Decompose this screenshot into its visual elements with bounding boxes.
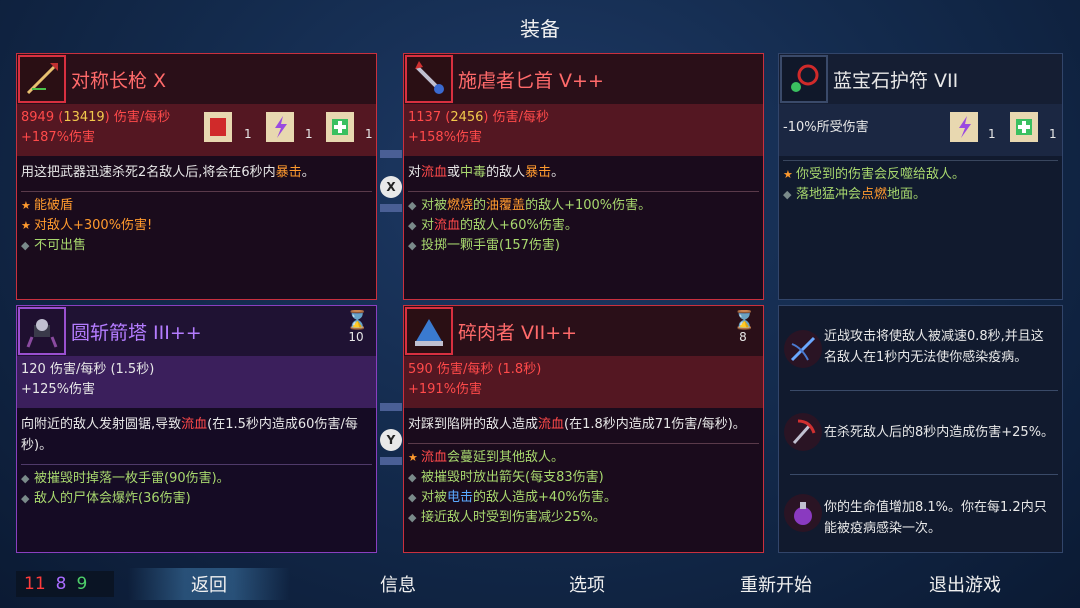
affix-line: ★ 流血会蔓延到其他敌人。 bbox=[408, 450, 565, 465]
tactics-count: 8 bbox=[55, 574, 67, 594]
crossbow-icon bbox=[784, 330, 822, 368]
x-button-icon[interactable]: X bbox=[380, 176, 402, 198]
options-button[interactable]: 选项 bbox=[517, 571, 657, 597]
amulet-icon bbox=[780, 55, 828, 103]
survival-count: 9 bbox=[76, 574, 88, 594]
skill2-name: 碎肉者 VII++ bbox=[458, 322, 578, 344]
main-weapon-stats: 8949 (13419) 伤害/每秒 +187%伤害 1 1 1 bbox=[17, 104, 376, 156]
pickaxe-icon bbox=[784, 413, 822, 451]
mutation-1[interactable]: 近战攻击将使敌人被减速0.8秒,并且这名敌人在1秒内无法使你感染疫病。 bbox=[780, 310, 1060, 390]
spear-icon bbox=[18, 55, 66, 103]
amulet-card[interactable]: 蓝宝石护符 VII -10%所受伤害 1 1 ★ 你受到的伤害会反噬给敌人。 ◆ 落… bbox=[778, 53, 1063, 300]
skill2-header: 碎肉者 VII++ ⌛ 8 bbox=[404, 306, 763, 356]
main-weapon-name: 对称长枪 X bbox=[71, 70, 167, 92]
turret-icon bbox=[18, 307, 66, 355]
meat-grinder-icon bbox=[405, 307, 453, 355]
skill2-desc: 对踩到陷阱的敌人造成流血(在1.8秒内造成71伤害/每秒)。 bbox=[408, 417, 746, 432]
crit-dps-value: 13419 bbox=[63, 110, 105, 125]
affix-line: ◆ 对流血的敌人+60%伤害。 bbox=[408, 218, 578, 233]
skill2-card[interactable]: 碎肉者 VII++ ⌛ 8 590 伤害/每秒 (1.8秒) +191%伤害 对踩… bbox=[403, 305, 764, 553]
page-title: 装备 bbox=[520, 17, 560, 41]
scroll-counts: 11 8 9 bbox=[16, 571, 114, 597]
skill1-name: 圆斩箭塔 III++ bbox=[71, 322, 202, 344]
swap-weapons-x[interactable]: X bbox=[376, 140, 404, 240]
secondary-weapon-stats: 1137 (2456) 伤害/每秒 +158%伤害 bbox=[404, 104, 763, 156]
swap-skills-y[interactable]: Y bbox=[376, 393, 404, 493]
mutation-2[interactable]: 在杀死敌人后的8秒内造成伤害+25%。 bbox=[780, 393, 1060, 473]
potion-icon bbox=[784, 494, 822, 532]
back-button[interactable]: 返回 bbox=[139, 571, 279, 597]
star-icon: ★ bbox=[21, 219, 31, 232]
affix-line: ◆ 被摧毁时掉落一枚手雷(90伤害)。 bbox=[21, 471, 230, 486]
arrow-left-icon bbox=[380, 403, 402, 411]
tactics-scroll-icon bbox=[263, 108, 297, 146]
arrow-right-icon bbox=[380, 457, 402, 465]
brutality-scroll-icon bbox=[201, 108, 235, 146]
skill1-header: 圆斩箭塔 III++ ⌛ 10 bbox=[17, 306, 376, 356]
star-icon: ★ bbox=[21, 199, 31, 212]
main-weapon-card[interactable]: 对称长枪 X 8949 (13419) 伤害/每秒 +187%伤害 1 1 1 … bbox=[16, 53, 377, 300]
affix-line: ★ 对敌人+300%伤害! bbox=[17, 216, 376, 236]
main-weapon-header: 对称长枪 X bbox=[17, 54, 376, 104]
dagger-icon bbox=[405, 55, 453, 103]
skill1-stats: 120 伤害/每秒 (1.5秒) +125%伤害 bbox=[17, 356, 376, 408]
hourglass-icon: ⌛ bbox=[346, 310, 369, 331]
amulet-stats: -10%所受伤害 1 1 bbox=[779, 104, 1062, 156]
main-weapon-desc: 用这把武器迅速杀死2名敌人后,将会在6秒内暴击。 bbox=[21, 165, 315, 180]
affix-line: ◆ 敌人的尸体会爆炸(36伤害) bbox=[21, 491, 191, 506]
affix-line: ◆ 接近敌人时受到伤害减少25%。 bbox=[408, 510, 606, 525]
brutality-scroll-count: 1 bbox=[244, 127, 252, 141]
mutation-3[interactable]: 你的生命值增加8.1%。你在每1.2内只能被疫病感染一次。 bbox=[780, 474, 1060, 554]
info-button[interactable]: 信息 bbox=[328, 571, 468, 597]
bottom-menu-bar: 11 8 9 返回 信息 选项 重新开始 退出游戏 bbox=[0, 567, 1080, 602]
survival-scroll-icon bbox=[323, 108, 357, 146]
y-button-icon[interactable]: Y bbox=[380, 429, 402, 451]
dps-value: 8949 bbox=[21, 110, 55, 125]
skill1-desc: 向附近的敌人发射圆锯,导致流血(在1.5秒内造成60伤害/每秒)。 bbox=[21, 417, 358, 453]
secondary-weapon-header: 施虐者匕首 V++ bbox=[404, 54, 763, 104]
affix-line: ◆ 对被燃烧的油覆盖的敌人+100%伤害。 bbox=[408, 198, 652, 213]
brutality-count: 11 bbox=[24, 574, 46, 594]
affix-line: ★ 能破盾 bbox=[17, 196, 376, 216]
hourglass-icon: ⌛ bbox=[733, 310, 756, 331]
dps-unit: 伤害/每秒 bbox=[113, 110, 171, 125]
cooldown: ⌛ 10 bbox=[346, 310, 369, 345]
affix-line: ◆ 落地猛冲会点燃地面。 bbox=[783, 187, 927, 202]
affix-line: ★ 你受到的伤害会反噬给敌人。 bbox=[783, 167, 966, 182]
cooldown: ⌛ 8 bbox=[733, 310, 756, 345]
secondary-weapon-card[interactable]: 施虐者匕首 V++ 1137 (2456) 伤害/每秒 +158%伤害 对流血或… bbox=[403, 53, 764, 300]
secondary-weapon-name: 施虐者匕首 V++ bbox=[458, 70, 604, 92]
amulet-name: 蓝宝石护符 VII bbox=[833, 70, 959, 92]
restart-button[interactable]: 重新开始 bbox=[706, 571, 846, 597]
arrow-right-icon bbox=[380, 204, 402, 212]
tactics-scroll-icon bbox=[947, 108, 981, 146]
affix-line: ◆ 不可出售 bbox=[17, 236, 376, 256]
skill1-card[interactable]: 圆斩箭塔 III++ ⌛ 10 120 伤害/每秒 (1.5秒) +125%伤害 … bbox=[16, 305, 377, 553]
secondary-weapon-desc: 对流血或中毒的敌人暴击。 bbox=[408, 165, 565, 180]
diamond-icon: ◆ bbox=[21, 239, 30, 252]
affix-line: ◆ 投掷一颗手雷(157伤害) bbox=[408, 238, 560, 253]
survival-scroll-count: 1 bbox=[365, 127, 373, 141]
quit-button[interactable]: 退出游戏 bbox=[895, 571, 1035, 597]
affix-line: ◆ 对被电击的敌人造成+40%伤害。 bbox=[408, 490, 617, 505]
survival-scroll-icon bbox=[1007, 108, 1041, 146]
tactics-scroll-count: 1 bbox=[305, 127, 313, 141]
arrow-left-icon bbox=[380, 150, 402, 158]
affix-line: ◆ 被摧毁时放出箭矢(每支83伤害) bbox=[408, 470, 604, 485]
amulet-header: 蓝宝石护符 VII bbox=[779, 54, 1062, 104]
skill2-stats: 590 伤害/每秒 (1.8秒) +191%伤害 bbox=[404, 356, 763, 408]
